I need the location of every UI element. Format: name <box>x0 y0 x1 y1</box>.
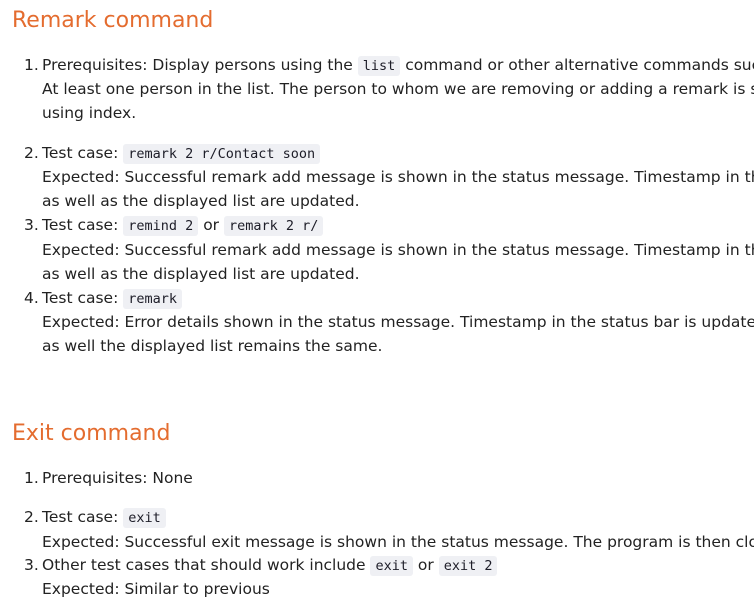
item-text: Test case: <box>42 289 124 307</box>
section-heading-exit: Exit command <box>12 421 171 446</box>
list-number: 1. <box>24 469 39 487</box>
code-snippet: remark <box>123 289 183 309</box>
item-text: using index. <box>42 104 137 122</box>
document-page: Remark command 1. Prerequisites: Display… <box>0 0 754 608</box>
code-snippet: remark 2 r/Contact soon <box>123 144 321 164</box>
item-text: Expected: Error details shown in the sta… <box>42 313 754 331</box>
item-text: or <box>198 216 224 234</box>
item-text: Test case: <box>42 144 124 162</box>
code-snippet: exit 2 <box>438 556 498 576</box>
item-text: Prerequisites: None <box>42 469 193 487</box>
list-number: 3. <box>24 556 39 574</box>
section-heading-remark: Remark command <box>12 8 214 33</box>
item-text: Prerequisites: Display persons using the <box>42 56 358 74</box>
item-text: Expected: Successful exit message is sho… <box>42 533 754 551</box>
item-text: Test case: <box>42 216 124 234</box>
code-snippet: remark 2 r/ <box>223 216 324 236</box>
item-text: as well as the displayed list are update… <box>42 265 360 283</box>
list-number: 4. <box>24 289 39 307</box>
list-number: 3. <box>24 216 39 234</box>
item-text: command or other alternative commands su… <box>405 56 754 74</box>
list-number: 2. <box>24 508 39 526</box>
item-text: Test case: <box>42 508 124 526</box>
item-text: or <box>412 556 439 574</box>
item-text: Expected: Successful remark add message … <box>42 168 754 186</box>
list-number: 2. <box>24 144 39 162</box>
item-text: Other test cases that should work includ… <box>42 556 371 574</box>
item-text: as well the displayed list remains the s… <box>42 337 383 355</box>
list-number: 1. <box>24 56 39 74</box>
item-text: Expected: Similar to previous <box>42 580 270 598</box>
item-text: At least one person in the list. The per… <box>42 80 754 98</box>
code-snippet: remind 2 <box>123 216 199 236</box>
code-snippet: exit <box>123 508 166 528</box>
item-text: as well as the displayed list are update… <box>42 192 360 210</box>
code-snippet: list <box>357 56 401 76</box>
code-snippet: exit <box>370 556 413 576</box>
item-text: Expected: Successful remark add message … <box>42 241 754 259</box>
